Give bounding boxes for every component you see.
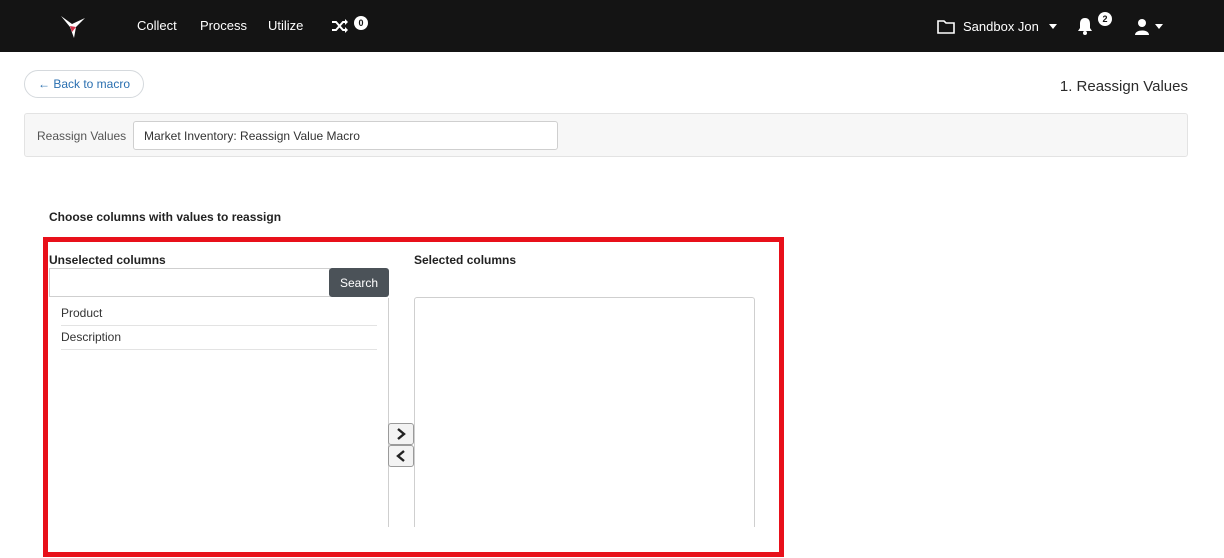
- macro-name-input[interactable]: Market Inventory: Reassign Value Macro: [133, 121, 558, 150]
- top-nav-bar: Collect Process Utilize 0 Sandbox Jon 2: [0, 0, 1224, 52]
- folder-icon: [937, 19, 955, 34]
- hummingbird-logo-icon[interactable]: [58, 12, 88, 40]
- selected-columns-header: Selected columns: [414, 253, 517, 267]
- chevron-left-icon: [396, 450, 405, 462]
- shuffle-count-badge: 0: [354, 16, 368, 30]
- column-search-input[interactable]: [49, 268, 330, 297]
- move-right-button[interactable]: [388, 423, 414, 445]
- unselected-columns-header: Unselected columns: [49, 253, 166, 267]
- workspace-switcher[interactable]: Sandbox Jon: [937, 14, 1057, 38]
- workspace-label: Sandbox Jon: [963, 18, 1039, 34]
- user-menu[interactable]: [1134, 16, 1163, 36]
- shuffle-icon[interactable]: [331, 17, 349, 35]
- nav-process[interactable]: Process: [200, 18, 247, 33]
- nav-collect[interactable]: Collect: [137, 18, 177, 33]
- chevron-down-icon: [1048, 23, 1057, 29]
- notifications-badge: 2: [1098, 12, 1112, 26]
- search-button[interactable]: Search: [329, 268, 389, 297]
- list-item-description[interactable]: Description: [61, 326, 377, 350]
- selected-columns-list[interactable]: [414, 297, 755, 527]
- bell-icon[interactable]: [1076, 16, 1094, 36]
- page-title: 1. Reassign Values: [1059, 78, 1188, 95]
- macro-name-panel: Reassign Values Market Inventory: Reassi…: [24, 113, 1188, 157]
- move-left-button[interactable]: [388, 445, 414, 467]
- nav-utilize[interactable]: Utilize: [268, 18, 303, 33]
- section-title: Choose columns with values to reassign: [49, 210, 282, 224]
- chevron-right-icon: [397, 428, 406, 440]
- back-to-macro-button[interactable]: ← Back to macro: [24, 70, 144, 98]
- unselected-columns-list: Product Description: [49, 298, 389, 527]
- user-icon: [1135, 18, 1149, 35]
- chevron-down-icon: [1155, 23, 1163, 29]
- list-item-product[interactable]: Product: [61, 302, 377, 326]
- macro-name-label: Reassign Values: [37, 129, 127, 143]
